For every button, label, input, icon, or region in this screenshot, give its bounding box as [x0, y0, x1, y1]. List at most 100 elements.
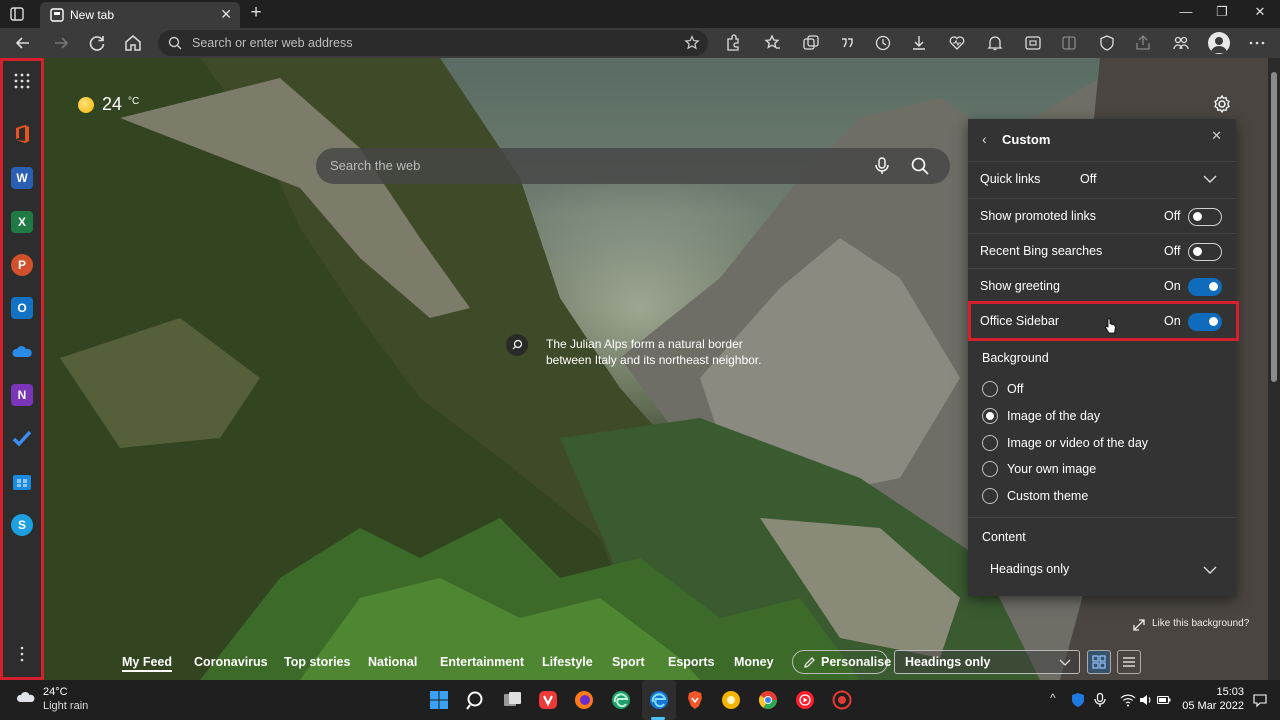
feed-tab-esports[interactable]: Esports [668, 655, 715, 669]
background-off-radio[interactable] [982, 381, 998, 397]
scrollbar-thumb[interactable] [1271, 72, 1277, 382]
collections-icon[interactable] [802, 34, 820, 52]
taskbar-date[interactable]: 05 Mar 2022 [1176, 700, 1244, 712]
windows-start-icon[interactable] [428, 689, 450, 711]
page-scrollbar[interactable] [1268, 58, 1280, 680]
settings-gear-icon[interactable] [1212, 94, 1232, 114]
tab-actions-icon[interactable] [8, 5, 26, 23]
screenshot-icon[interactable] [1024, 34, 1042, 52]
toggle-row-promoted-links[interactable]: Show promoted links Off [968, 198, 1236, 233]
like-background[interactable]: Like this background? [1132, 618, 1249, 635]
health-icon[interactable] [948, 34, 966, 52]
quote-icon[interactable] [838, 34, 856, 52]
toggle-row-recent-bing[interactable]: Recent Bing searches Off [968, 233, 1236, 268]
brave-icon[interactable] [684, 689, 706, 711]
youtube-music-icon[interactable] [794, 689, 816, 711]
pencil-icon [804, 657, 815, 668]
taskbar-weather-desc: Light rain [43, 700, 89, 712]
content-dropdown[interactable]: Headings only [968, 556, 1236, 584]
refresh-icon[interactable] [86, 32, 108, 54]
search-submit-icon[interactable] [910, 156, 930, 176]
notification-center-icon[interactable] [1252, 692, 1268, 708]
onenote-icon[interactable]: N [11, 384, 33, 406]
skype-icon[interactable]: S [11, 514, 33, 536]
close-icon[interactable]: ✕ [1211, 128, 1222, 144]
add-favorite-icon[interactable] [684, 35, 700, 51]
image-or-video-radio[interactable] [982, 435, 998, 451]
chevron-down-icon[interactable] [1202, 563, 1218, 577]
chevron-down-icon[interactable] [1202, 172, 1218, 186]
split-screen-icon[interactable] [1060, 34, 1078, 52]
extensions-icon[interactable] [724, 34, 742, 52]
task-view-icon[interactable] [501, 689, 523, 711]
edge-dev-icon[interactable] [610, 689, 632, 711]
outlook-icon[interactable]: O [11, 297, 33, 319]
list-view-button[interactable] [1117, 650, 1141, 674]
share-icon[interactable] [1134, 34, 1152, 52]
profile-avatar[interactable] [1208, 32, 1230, 54]
own-image-radio[interactable] [982, 461, 998, 477]
defender-icon[interactable] [1070, 692, 1086, 708]
address-bar[interactable]: Search or enter web address [158, 30, 708, 56]
tab-close-icon[interactable]: ✕ [220, 6, 232, 23]
headings-select[interactable]: Headings only [894, 650, 1080, 674]
home-icon[interactable] [122, 32, 144, 54]
apps-launcher-icon[interactable] [11, 70, 33, 92]
microphone-tray-icon[interactable] [1092, 692, 1108, 708]
word-icon[interactable]: W [11, 167, 33, 189]
wifi-icon[interactable] [1120, 692, 1136, 708]
recent-bing-toggle[interactable] [1188, 243, 1222, 261]
browser-essentials-icon[interactable] [1098, 34, 1116, 52]
quick-links-row[interactable]: Quick links Off [968, 161, 1236, 196]
feed-tab-my-feed[interactable]: My Feed [122, 655, 173, 672]
workspaces-icon[interactable] [1172, 34, 1190, 52]
toggle-row-show-greeting[interactable]: Show greeting On [968, 268, 1236, 303]
back-icon[interactable] [12, 32, 34, 54]
volume-icon[interactable] [1138, 692, 1154, 708]
feed-tab-money[interactable]: Money [734, 655, 774, 669]
taskbar-search-icon[interactable] [465, 689, 487, 711]
favorites-icon[interactable] [764, 34, 782, 52]
feed-tab-entertainment[interactable]: Entertainment [440, 655, 524, 669]
battery-icon[interactable] [1156, 692, 1172, 708]
image-of-the-day-radio[interactable] [982, 408, 998, 424]
firefox-icon[interactable] [573, 689, 595, 711]
powerpoint-icon[interactable]: P [11, 254, 33, 276]
notifications-icon[interactable] [986, 34, 1004, 52]
chrome-canary-icon[interactable] [720, 689, 742, 711]
edge-icon[interactable] [648, 689, 670, 711]
chrome-icon[interactable] [757, 689, 779, 711]
vivaldi-icon[interactable] [537, 689, 559, 711]
feed-tab-sport[interactable]: Sport [612, 655, 645, 669]
feed-tab-top-stories[interactable]: Top stories [284, 655, 350, 669]
close-window-button[interactable]: ✕ [1250, 4, 1270, 22]
tab-new-tab[interactable]: New tab ✕ [40, 2, 240, 28]
microphone-icon[interactable] [872, 156, 892, 176]
office-icon[interactable] [11, 123, 33, 145]
maximize-button[interactable]: ❐ [1212, 4, 1232, 22]
image-search-icon[interactable] [506, 334, 528, 356]
todo-icon[interactable] [11, 427, 33, 449]
new-tab-button[interactable]: + [246, 2, 266, 24]
feed-tab-lifestyle[interactable]: Lifestyle [542, 655, 593, 669]
grid-view-button[interactable] [1087, 650, 1111, 674]
personalise-button[interactable]: Personalise [792, 650, 891, 674]
screen-recorder-icon[interactable] [831, 689, 853, 711]
back-chevron-icon[interactable]: ‹ [982, 131, 987, 147]
taskbar-time[interactable]: 15:03 [1188, 686, 1244, 698]
custom-theme-radio[interactable] [982, 488, 998, 504]
minimize-button[interactable]: — [1176, 4, 1196, 22]
promoted-links-toggle[interactable] [1188, 208, 1222, 226]
excel-icon[interactable]: X [11, 211, 33, 233]
feed-tab-coronavirus[interactable]: Coronavirus [194, 655, 268, 669]
forward-icon[interactable] [50, 32, 72, 54]
downloads-icon[interactable] [910, 34, 928, 52]
web-search-box[interactable]: Search the web [316, 148, 950, 184]
microsoft-store-icon[interactable] [11, 471, 33, 493]
show-greeting-toggle[interactable] [1188, 278, 1222, 296]
onedrive-icon[interactable] [11, 341, 33, 363]
more-options-icon[interactable] [1248, 34, 1266, 52]
tray-overflow-icon[interactable]: ^ [1050, 691, 1056, 705]
history-icon[interactable] [874, 34, 892, 52]
feed-tab-national[interactable]: National [368, 655, 417, 669]
